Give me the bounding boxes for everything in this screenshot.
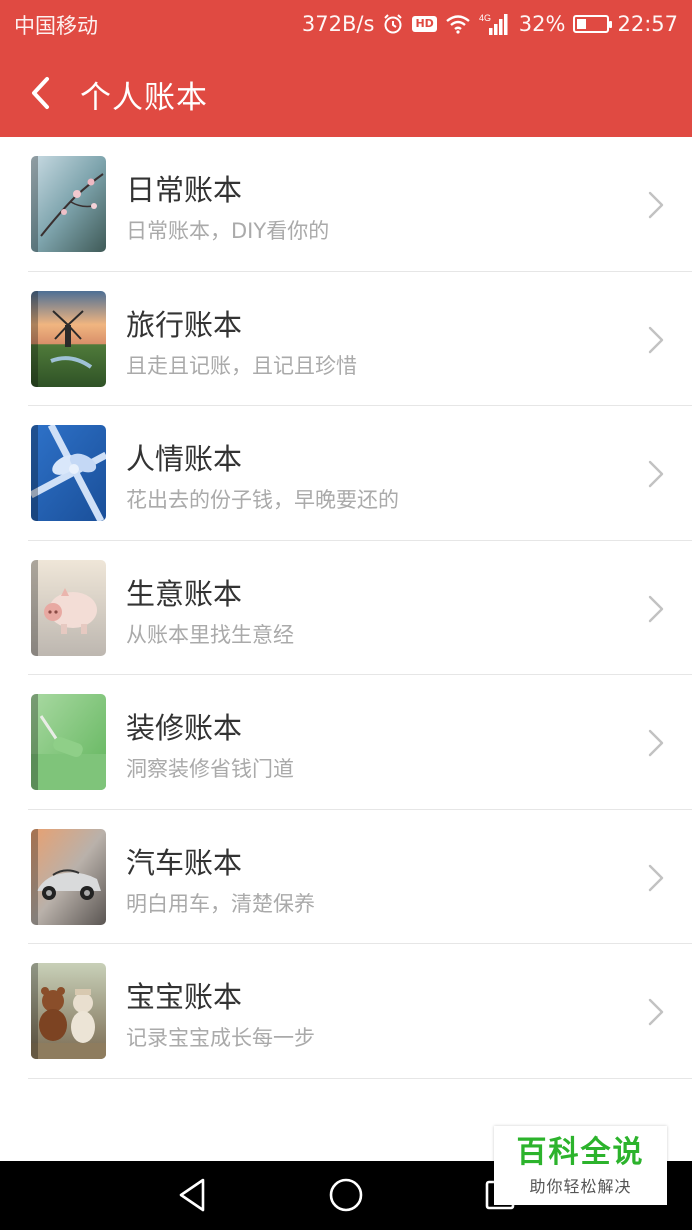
wifi-icon <box>445 14 471 34</box>
windmill-photo <box>31 290 106 387</box>
chevron-left-icon <box>32 77 49 109</box>
network-type: 4G <box>479 13 491 23</box>
piggy-bank-photo <box>31 559 106 656</box>
watermark-title: 百科全说 <box>516 1135 645 1170</box>
chevron-right-icon <box>648 595 664 622</box>
blossom-photo <box>31 156 106 252</box>
list-item[interactable]: 生意账本从账本里找生意经 <box>0 541 692 675</box>
book-name: 装修账本 <box>126 711 243 745</box>
hd-voice-badge: HD <box>412 16 437 32</box>
chevron-right-icon <box>648 191 664 219</box>
nav-home-button[interactable] <box>326 1175 366 1215</box>
chevron-right-icon <box>648 729 664 757</box>
carrier-label: 中国移动 <box>14 14 98 38</box>
alarm-icon <box>382 13 404 35</box>
list-item[interactable]: 旅行账本且走且记账，且记且珍惜 <box>0 272 692 406</box>
book-name: 汽车账本 <box>126 845 243 880</box>
chevron-right-icon <box>648 998 664 1026</box>
triangle-back-icon <box>179 1178 205 1212</box>
sports-car-photo <box>31 828 106 925</box>
book-description: 从账本里找生意经 <box>126 622 294 647</box>
divider <box>28 1077 692 1079</box>
circle-home-icon <box>329 1178 363 1212</box>
battery-percent: 32% <box>518 12 566 36</box>
chevron-right-icon <box>648 864 664 891</box>
network-speed: 372B/s <box>301 12 375 36</box>
book-description: 明白用车，清楚保养 <box>126 891 315 916</box>
status-icons: 372B/s HD 4G 32% 22:57 <box>302 8 678 40</box>
battery-icon <box>573 15 613 33</box>
status-bar: 中国移动 372B/s HD 4G 32% 22:57 <box>0 0 692 50</box>
page-title: 个人账本 <box>80 80 208 116</box>
book-name: 日常账本 <box>126 173 243 207</box>
book-description: 花出去的份子钱，早晚要还的 <box>126 488 399 512</box>
book-name: 人情账本 <box>126 442 243 476</box>
book-description: 洞察装修省钱门道 <box>126 757 294 781</box>
gift-ribbon-photo <box>31 425 106 521</box>
list-item[interactable]: 宝宝账本记录宝宝成长每一步 <box>0 944 692 1079</box>
list-item[interactable]: 人情账本花出去的份子钱，早晚要还的 <box>0 406 692 541</box>
book-description: 日常账本，DIY看你的 <box>126 219 330 243</box>
book-description: 且走且记账，且记且珍惜 <box>126 353 357 378</box>
book-list: 日常账本日常账本，DIY看你的旅行账本且走且记账，且记且珍惜人情账本花出去的份子… <box>0 137 692 1079</box>
book-name: 旅行账本 <box>126 307 243 342</box>
watermark-subtitle: 助你轻松解决 <box>529 1177 632 1196</box>
chevron-right-icon <box>648 326 664 353</box>
chevron-right-icon <box>648 460 664 488</box>
teddy-bear-photo <box>31 963 106 1059</box>
book-description: 记录宝宝成长每一步 <box>126 1026 315 1050</box>
list-item[interactable]: 日常账本日常账本，DIY看你的 <box>0 137 692 272</box>
clock: 22:57 <box>617 12 678 36</box>
book-name: 生意账本 <box>126 576 243 611</box>
list-item[interactable]: 汽车账本明白用车，清楚保养 <box>0 810 692 944</box>
watermark-badge: 百科全说 助你轻松解决 <box>494 1126 667 1205</box>
nav-bar: 个人账本 <box>0 50 692 137</box>
app-header: 中国移动 372B/s HD 4G 32% 22:57 个人账本 <box>0 0 692 137</box>
book-name: 宝宝账本 <box>126 980 243 1014</box>
paint-roller-photo <box>31 694 106 790</box>
signal-icon: 4G <box>479 12 511 36</box>
list-item[interactable]: 装修账本洞察装修省钱门道 <box>0 675 692 810</box>
nav-back-button[interactable] <box>172 1175 212 1215</box>
back-button[interactable] <box>20 70 60 116</box>
